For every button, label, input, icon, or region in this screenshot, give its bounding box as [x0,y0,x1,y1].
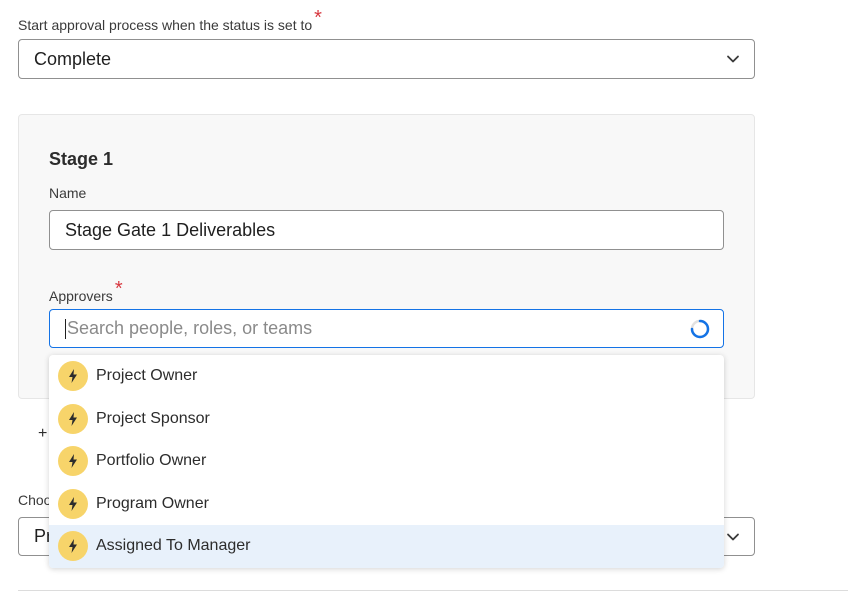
stage-name-label: Name [49,185,87,201]
dropdown-item-assigned-to-manager[interactable]: Assigned To Manager [49,525,724,568]
approvers-search-placeholder: Search people, roles, or teams [67,318,313,338]
dropdown-item-portfolio-owner[interactable]: Portfolio Owner [49,440,724,483]
bolt-icon [58,488,88,519]
dropdown-item-label: Project Owner [96,367,198,385]
status-select-value: Complete [34,48,112,69]
dropdown-item-project-owner[interactable]: Project Owner [49,355,724,398]
bolt-icon [58,446,88,477]
chevron-down-icon [727,55,739,63]
required-asterisk: * [314,7,322,29]
approvers-dropdown: Project Owner Project Sponsor Portfolio … [49,355,724,568]
dropdown-item-label: Project Sponsor [96,409,210,427]
required-asterisk: * [114,278,123,300]
text-caret [65,318,66,339]
stage-title: Stage 1 [49,149,114,169]
bolt-icon [58,361,88,392]
approvers-label-text: Approvers [49,288,113,304]
divider [18,590,848,591]
dropdown-item-label: Portfolio Owner [96,452,207,470]
status-trigger-label-text: Start approval process when the status i… [18,17,313,33]
dropdown-item-label: Program Owner [96,494,209,512]
status-trigger-label: Start approval process when the status i… [18,7,322,36]
dropdown-item-project-sponsor[interactable]: Project Sponsor [49,398,724,441]
approvers-label: Approvers * [49,278,123,307]
stage-name-value: Stage Gate 1 Deliverables [65,219,276,240]
stage-name-input[interactable]: Stage Gate 1 Deliverables [49,210,724,250]
approvers-search-input[interactable]: Search people, roles, or teams [49,309,724,348]
choose-label: Choo [18,492,52,508]
status-select[interactable]: Complete [18,39,755,79]
loading-spinner-icon [690,319,710,338]
bolt-icon [58,531,88,562]
dropdown-item-label: Assigned To Manager [96,537,251,555]
bolt-icon [58,403,88,434]
dropdown-item-program-owner[interactable]: Program Owner [49,483,724,526]
add-stage-button[interactable]: + [38,425,47,443]
chevron-down-icon [727,533,739,540]
